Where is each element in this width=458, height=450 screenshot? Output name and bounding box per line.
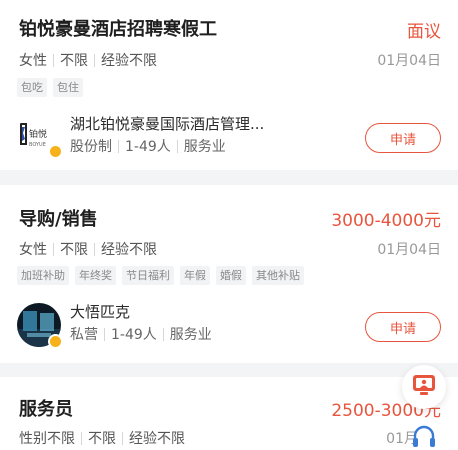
benefit-tag: 年假 [180, 266, 210, 285]
headset-icon [410, 423, 438, 450]
company-size: 1-49人 [111, 327, 157, 343]
req-experience: 经验不限 [129, 431, 185, 447]
verified-badge-icon [48, 334, 63, 349]
job-title: 服务员 [19, 399, 73, 420]
job-salary: 面议 [407, 22, 441, 42]
req-education: 不限 [88, 431, 116, 447]
benefit-tag: 包住 [53, 78, 83, 97]
logo-wordmark: 铂悦 [29, 128, 47, 140]
req-gender: 女性 [19, 242, 47, 258]
company-name[interactable]: 湖北铂悦豪曼国际酒店管理... [70, 113, 264, 134]
company-type: 股份制 [70, 139, 112, 155]
company-industry: 服务业 [169, 327, 212, 343]
job-requirements: 女性 不限 经验不限 [19, 239, 157, 259]
benefit-tags: 加班补助 年终奖 节日福利 年假 婚假 其他补贴 [17, 266, 304, 285]
job-title: 铂悦豪曼酒店招聘寒假工 [19, 19, 217, 40]
company-size: 1-49人 [125, 139, 171, 155]
company-type: 私营 [70, 327, 98, 343]
monitor-float-button[interactable] [402, 365, 446, 409]
req-gender: 性别不限 [19, 431, 75, 447]
job-requirements: 女性 不限 经验不限 [19, 50, 157, 70]
req-experience: 经验不限 [101, 53, 157, 69]
job-title: 导购/销售 [19, 209, 98, 230]
benefit-tag: 加班补助 [17, 266, 69, 285]
benefit-tag: 其他补贴 [252, 266, 304, 285]
benefit-tag: 年终奖 [75, 266, 116, 285]
company-info: 股份制 1-49人 服务业 [70, 136, 226, 156]
job-card[interactable]: 服务员 2500-3000元 性别不限 不限 经验不限 01月 [0, 377, 458, 450]
job-salary: 3000-4000元 [331, 211, 441, 231]
post-date: 01月04日 [377, 53, 441, 69]
svg-text:BOYUE: BOYUE [29, 142, 46, 148]
company-info: 私营 1-49人 服务业 [70, 324, 212, 344]
company-name[interactable]: 大悟匹克 [70, 301, 130, 322]
company-logo [17, 303, 63, 349]
benefit-tag: 婚假 [216, 266, 246, 285]
apply-button[interactable]: 申请 [365, 312, 441, 342]
verified-badge-icon [48, 144, 63, 159]
req-gender: 女性 [19, 53, 47, 69]
job-card[interactable]: 导购/销售 3000-4000元 女性 不限 经验不限 01月04日 加班补助 … [0, 185, 458, 363]
req-education: 不限 [60, 242, 88, 258]
monitor-icon [411, 372, 437, 402]
benefit-tags: 包吃 包住 [17, 78, 83, 97]
benefit-tag: 节日福利 [122, 266, 174, 285]
job-requirements: 性别不限 不限 经验不限 [19, 428, 185, 448]
job-card[interactable]: 铂悦豪曼酒店招聘寒假工 面议 女性 不限 经验不限 01月04日 包吃 包住 铂… [0, 0, 458, 170]
benefit-tag: 包吃 [17, 78, 47, 97]
apply-button[interactable]: 申请 [365, 123, 441, 153]
company-logo: 铂悦 BOYUE [17, 113, 63, 159]
company-industry: 服务业 [183, 139, 226, 155]
req-education: 不限 [60, 53, 88, 69]
req-experience: 经验不限 [101, 242, 157, 258]
post-date: 01月04日 [377, 242, 441, 258]
